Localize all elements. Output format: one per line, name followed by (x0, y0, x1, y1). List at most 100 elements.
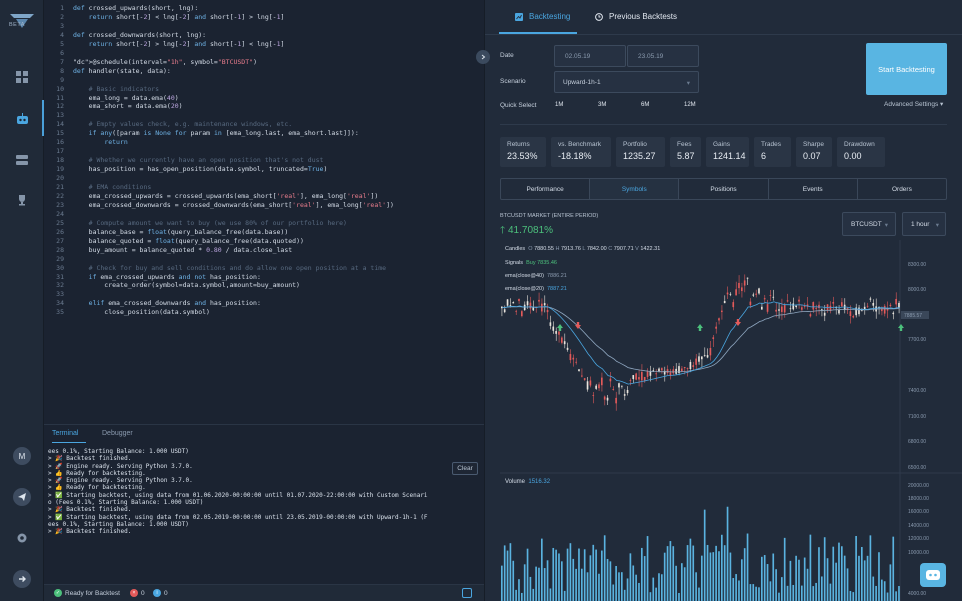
code-line[interactable]: 1 def crossed_upwards(short, lng): (44, 4, 198, 13)
code-line[interactable]: 2 return short[-2] < lng[-2] and short[-… (44, 13, 284, 22)
code-line[interactable]: 25 # Compute amount we want to buy (we u… (44, 219, 347, 228)
code-line[interactable]: 28 buy_amount = balance_quoted * 0.80 / … (44, 246, 292, 255)
code-line[interactable]: 6 (44, 49, 73, 58)
code-line[interactable]: 27 balance_quoted = float(query_balance_… (44, 237, 304, 246)
line-number: 20 (56, 174, 64, 183)
code-line[interactable]: 34 elif ema_crossed_downwards and has_po… (44, 299, 261, 308)
code-line[interactable]: 16 return (44, 138, 128, 147)
candle-body (755, 293, 757, 295)
candle-body (621, 385, 623, 387)
line-number: 35 (56, 308, 64, 317)
telegram-icon[interactable] (13, 488, 31, 506)
volume-bar (821, 576, 823, 601)
volume-bar (506, 550, 509, 601)
volume-bar (683, 567, 686, 601)
code-line[interactable]: 17 (44, 147, 73, 156)
code-line[interactable]: 5 return short[-2] > lng[-2] and short[-… (44, 40, 284, 49)
code-line[interactable]: 24 (44, 210, 73, 219)
candle-body (781, 306, 783, 312)
terminal-line: > 🎉 Backtest finished. (48, 506, 132, 514)
code-line[interactable]: 10 # Basic indicators (44, 85, 159, 94)
chat-bot-button[interactable] (920, 563, 946, 587)
tab-previous-backtests[interactable]: Previous Backtests (595, 12, 677, 21)
candle-body (735, 289, 737, 296)
tab-positions[interactable]: Positions (679, 179, 769, 199)
volume-bar (643, 556, 646, 601)
tab-debugger[interactable]: Debugger (102, 430, 133, 437)
code-line[interactable]: 26 balance_base = float(query_balance_fr… (44, 228, 288, 237)
code-line[interactable]: 22 ema_crossed_upwards = crossed_upwards… (44, 192, 378, 201)
tab-performance[interactable]: Performance (501, 179, 591, 199)
code-line[interactable]: 21 # EMA conditions (44, 183, 151, 192)
quick-1m[interactable]: 1M (555, 102, 563, 108)
code-line[interactable]: 8 def handler(state, data): (44, 67, 171, 76)
date-to-input[interactable]: 23.05.19 (627, 45, 699, 67)
quick-12m[interactable]: 12M (684, 102, 696, 108)
code-line[interactable]: 7 "dc">@schedule(interval="1h", symbol="B… (44, 58, 257, 67)
interval-select[interactable]: 1 hour ▾ (902, 212, 946, 236)
dashboard-icon[interactable] (14, 69, 30, 85)
code-text: close_position(data.symbol) (73, 308, 210, 317)
code-line[interactable]: 31 if ema_crossed_upwards and not has_po… (44, 273, 261, 282)
quick-6m[interactable]: 6M (641, 102, 649, 108)
layout-toggle-icon[interactable] (462, 588, 472, 598)
scenario-value: Upward-1h-1 (563, 79, 601, 86)
volume-tick-label: 14000.00 (908, 523, 929, 529)
code-line[interactable]: 18 # Whether we currently have an open p… (44, 156, 323, 165)
volume-bar (806, 568, 809, 601)
robot-icon[interactable] (14, 110, 30, 126)
collapse-panel-button[interactable] (476, 50, 490, 64)
code-line[interactable]: 4 def crossed_downwards(short, lng): (44, 31, 206, 40)
volume-bar (538, 567, 540, 601)
date-from-input[interactable]: 02.05.19 (554, 45, 626, 67)
info-count[interactable]: i 0 (153, 589, 168, 597)
advanced-settings-link[interactable]: Advanced Settings ▾ (884, 100, 943, 108)
tab-events[interactable]: Events (769, 179, 858, 199)
status-bar: ✓ Ready for Backtest × 0 i 0 (44, 584, 484, 601)
avatar[interactable]: M (13, 447, 31, 465)
volume-bar (789, 560, 792, 601)
code-line[interactable]: 30 # Check for buy and sell conditions a… (44, 264, 386, 273)
volume-bar (835, 562, 837, 601)
scenario-select[interactable]: Upward-1h-1 ▾ (554, 71, 699, 93)
code-line[interactable]: 12 ema_short = data.ema(20) (44, 102, 182, 111)
price-chart[interactable]: 8300.00 8000.00 7700.00 7400.00 7100.00 6800.… (500, 240, 962, 601)
start-backtesting-button[interactable]: Start Backtesting (866, 43, 947, 95)
code-line[interactable]: 29 (44, 255, 73, 264)
tab-symbols[interactable]: Symbols (590, 179, 680, 199)
quick-3m[interactable]: 3M (598, 102, 606, 108)
candle-body (721, 310, 723, 313)
code-text: # Empty values check, e.g. maintenance w… (73, 120, 293, 129)
legend-l-value: 7842.00 (586, 246, 607, 252)
legend-ema20: ema(close@20) 7887.21 (505, 286, 567, 292)
code-line[interactable]: 32 create_order(symbol=data.symbol,amoun… (44, 281, 300, 290)
code-line[interactable]: 19 has_position = has_open_position(data… (44, 165, 327, 174)
tab-orders[interactable]: Orders (858, 179, 946, 199)
candle-body (832, 302, 835, 304)
candle-body (595, 385, 597, 389)
code-line[interactable]: 13 (44, 111, 73, 120)
price-tick-label: 6800.00 (908, 439, 926, 445)
code-line[interactable]: 35 close_position(data.symbol) (44, 308, 210, 317)
code-line[interactable]: 14 # Empty values check, e.g. maintenanc… (44, 120, 292, 129)
error-count[interactable]: × 0 (130, 589, 145, 597)
volume-bar (829, 583, 832, 601)
code-line[interactable]: 23 ema_crossed_downwards = crossed_downw… (44, 201, 394, 210)
settings-gear-icon[interactable] (13, 529, 31, 547)
trophy-icon[interactable] (14, 192, 30, 208)
code-line[interactable]: 20 (44, 174, 73, 183)
code-line[interactable]: 15 if any([param is None for param in [e… (44, 129, 359, 138)
tab-terminal[interactable]: Terminal (52, 430, 78, 437)
candlestick-svg[interactable]: 8300.00 8000.00 7700.00 7400.00 7100.00 6800.… (500, 240, 962, 601)
tab-backtesting[interactable]: Backtesting (515, 12, 570, 21)
storage-icon[interactable] (14, 152, 30, 168)
logout-icon[interactable] (13, 570, 31, 588)
code-line[interactable]: 33 (44, 290, 73, 299)
code-line[interactable]: 3 (44, 22, 73, 31)
code-line[interactable]: 11 ema_long = data.ema(40) (44, 94, 179, 103)
code-editor[interactable]: 1 def crossed_upwards(short, lng): 2 retur… (44, 0, 484, 424)
candle-body (555, 331, 557, 334)
symbol-select[interactable]: BTCUSDT ▾ (842, 212, 896, 236)
code-line[interactable]: 9 (44, 76, 73, 85)
clear-button[interactable]: Clear (452, 462, 478, 475)
